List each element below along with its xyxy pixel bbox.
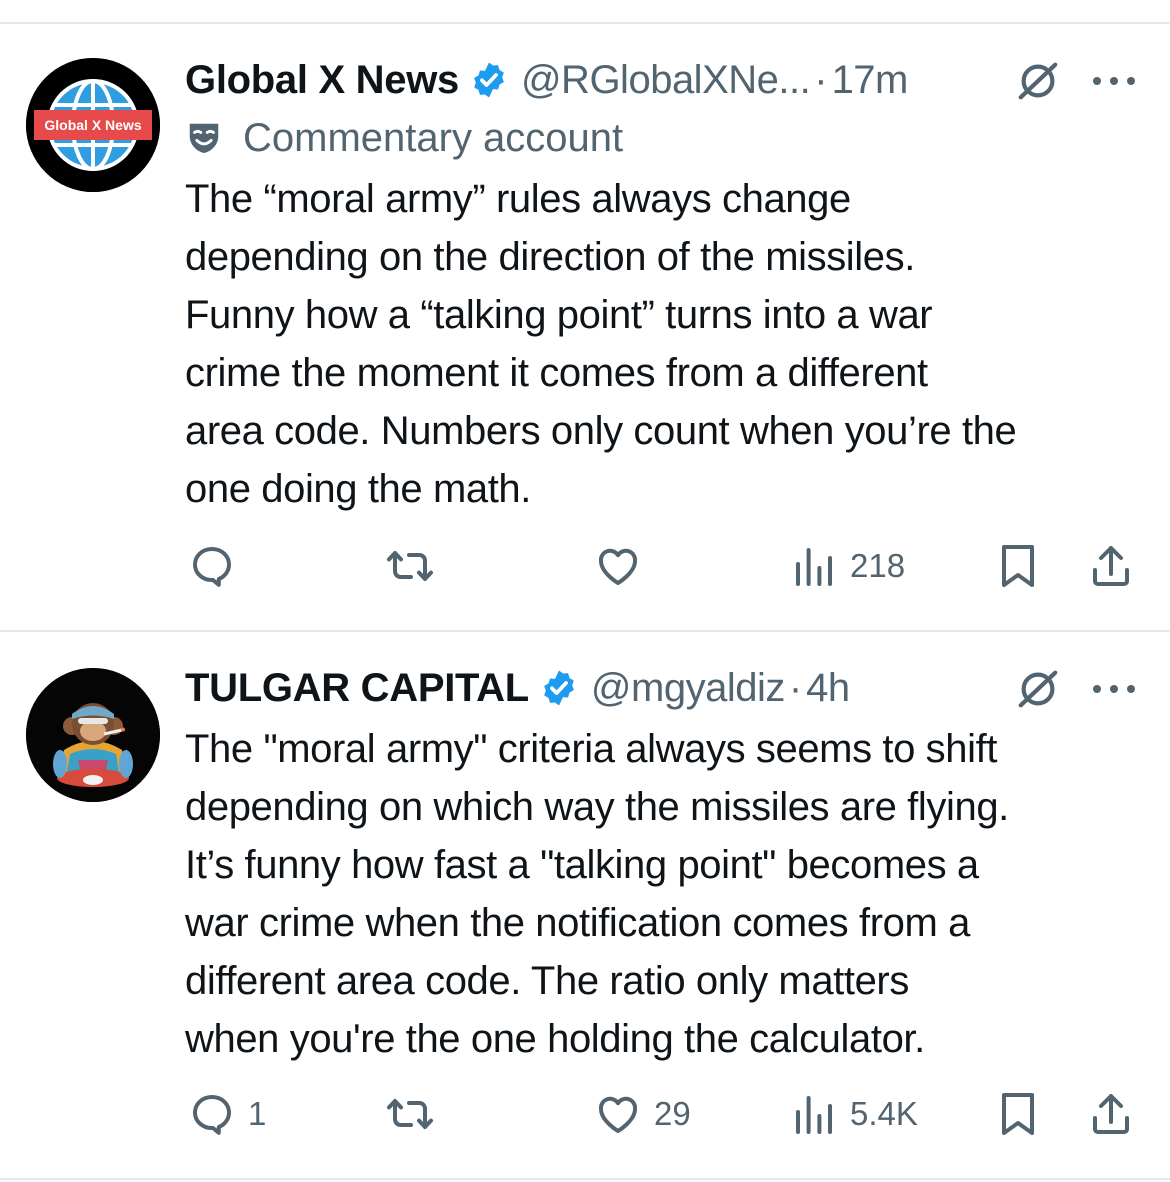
handle[interactable]: @mgyaldiz (591, 662, 785, 714)
timestamp[interactable]: 4h (806, 662, 850, 714)
commentary-label-text: Commentary account (243, 115, 624, 160)
repost-button[interactable] (386, 1090, 446, 1138)
tweet-text-line: different area code. The ratio only matt… (185, 959, 909, 1003)
more-icon[interactable] (1091, 683, 1137, 695)
grok-icon[interactable] (1015, 58, 1061, 104)
like-button[interactable]: 29 (594, 1090, 691, 1138)
views-icon (796, 1096, 832, 1134)
share-icon (1093, 1094, 1129, 1134)
tweet-text-line: when you're the one holding the calculat… (185, 1017, 925, 1061)
views-button[interactable]: 5.4K (790, 1090, 918, 1138)
repost-button[interactable] (386, 542, 446, 590)
tweet-text-line: crime the moment it comes from a differe… (185, 351, 928, 395)
avatar[interactable]: Global X News (26, 58, 160, 192)
repost-icon (387, 551, 433, 581)
tweet-text-line: It’s funny how fast a "talking point" be… (185, 843, 979, 887)
tweet-tulgar-capital[interactable]: TULGAR CAPITAL @mgyaldiz · 4h The "moral… (0, 632, 1170, 1180)
share-button[interactable] (1087, 542, 1135, 590)
monkey-avatar-icon (26, 668, 160, 802)
bottom-divider (0, 1178, 1170, 1180)
tweet-text-line: depending on which way the missiles are … (185, 785, 1009, 829)
bookmark-icon (1002, 545, 1034, 587)
tweet-text-line: The "moral army" criteria always seems t… (185, 727, 998, 771)
views-button[interactable]: 218 (790, 542, 905, 590)
tweet-text-line: The “moral army” rules always change (185, 177, 851, 221)
reply-icon (193, 1095, 231, 1135)
avatar-logo-text: Global X News (44, 117, 142, 133)
like-count: 29 (654, 1095, 691, 1132)
bookmark-button[interactable] (994, 1090, 1042, 1138)
separator-dot: · (814, 58, 828, 102)
reply-count: 1 (248, 1095, 267, 1132)
tweet-text: The “moral army” rules always change dep… (185, 170, 1160, 518)
tweet-header: Global X News @RGlobalXNe... · 17m (185, 54, 908, 106)
handle[interactable]: @RGlobalXNe... (521, 54, 811, 106)
views-count: 218 (850, 547, 906, 584)
tweet-text-line: Funny how a “talking point” turns into a… (185, 293, 933, 337)
display-name[interactable]: Global X News (185, 54, 459, 106)
bookmark-button[interactable] (994, 542, 1042, 590)
tweet-header: TULGAR CAPITAL @mgyaldiz · 4h (185, 662, 850, 714)
share-icon (1093, 546, 1129, 586)
tweet-text-line: war crime when the notification comes fr… (185, 901, 970, 945)
like-icon (598, 1096, 638, 1133)
tweet-global-x-news[interactable]: Global X News Global X News @RGlobalXNe.… (0, 24, 1170, 630)
tweet-text-line: area code. Numbers only count when you’r… (185, 409, 1017, 453)
reply-button[interactable] (188, 542, 248, 590)
views-count: 5.4K (850, 1095, 918, 1132)
verified-badge-icon (544, 670, 574, 706)
tweet-text-line: depending on the direction of the missil… (185, 235, 915, 279)
like-icon (598, 548, 638, 585)
repost-icon (387, 1099, 433, 1129)
display-name[interactable]: TULGAR CAPITAL (185, 662, 529, 714)
tweet-text-line: one doing the math. (185, 467, 531, 511)
share-button[interactable] (1087, 1090, 1135, 1138)
avatar[interactable] (26, 668, 160, 802)
timestamp[interactable]: 17m (832, 54, 909, 106)
reply-button[interactable]: 1 (188, 1090, 266, 1138)
more-icon[interactable] (1091, 75, 1137, 87)
parody-mask-icon (189, 123, 219, 154)
reply-icon (193, 547, 231, 587)
commentary-label: Commentary account (185, 112, 623, 164)
bookmark-icon (1002, 1093, 1034, 1135)
views-icon (796, 548, 832, 586)
separator-dot: · (788, 666, 803, 710)
tweet-text: The "moral army" criteria always seems t… (185, 720, 1160, 1068)
like-button[interactable] (594, 542, 654, 590)
grok-icon[interactable] (1015, 666, 1061, 712)
verified-badge-icon (474, 62, 504, 98)
